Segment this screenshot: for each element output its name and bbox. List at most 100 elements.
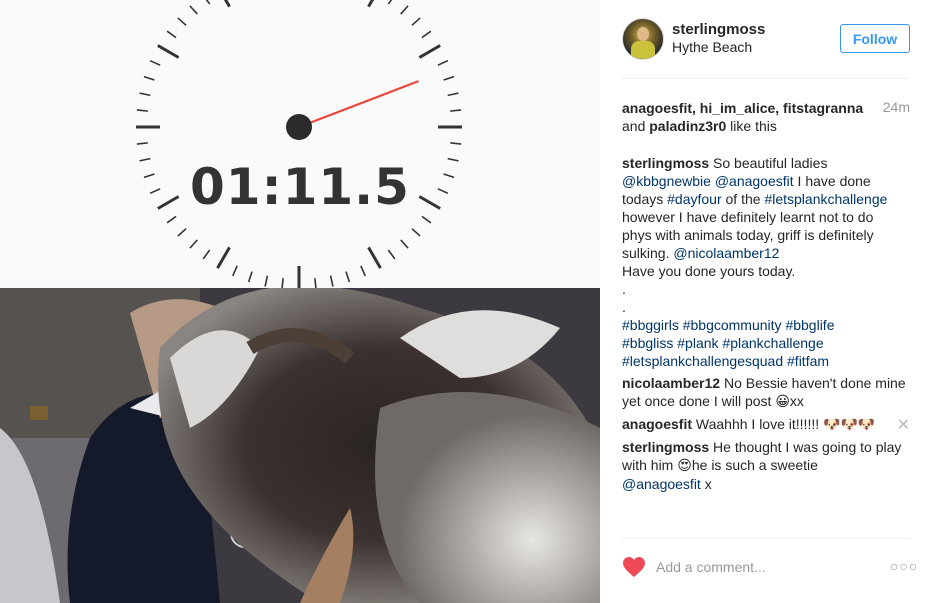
dial-minor-tick	[149, 59, 161, 66]
dial-minor-tick	[400, 239, 409, 249]
dial-minor-tick	[387, 249, 396, 260]
dial-minor-tick	[247, 271, 253, 283]
caption-text-fragment: of the	[721, 191, 765, 207]
comment-text: Waahhh I love it!!!!!!	[695, 416, 820, 432]
hashtag-link[interactable]: #bbgliss	[622, 335, 673, 351]
dial-minor-tick	[231, 265, 238, 277]
comment-username[interactable]: sterlingmoss	[622, 439, 709, 455]
dog-face-emoji-icon: 🐶🐶🐶	[823, 417, 876, 433]
dial-minor-tick	[360, 265, 367, 277]
caption-line: #letsplankchallengesquad #fitfam	[622, 352, 918, 370]
caption-text: sterlingmoss So beautiful ladies @kbbgnew…	[622, 154, 918, 370]
second-hand	[298, 80, 419, 129]
post-location[interactable]: Hythe Beach	[672, 39, 752, 55]
mention-link[interactable]: @kbbgnewbie	[622, 173, 711, 189]
dial-major-tick	[367, 246, 382, 269]
post-author-username[interactable]: sterlingmoss	[672, 21, 765, 38]
add-comment-input[interactable]	[656, 556, 866, 578]
dial-minor-tick	[281, 278, 284, 288]
dial-minor-tick	[443, 75, 455, 81]
heart-icon[interactable]	[622, 556, 646, 578]
caption-line: todays #dayfour of the #letsplankchallen…	[622, 190, 918, 208]
caption-line: @kbbgnewbie @anagoesfit I have done	[622, 172, 918, 190]
dial-minor-tick	[139, 92, 151, 97]
dial-major-tick	[157, 44, 180, 59]
hashtag-link[interactable]: #letsplankchallenge	[764, 191, 887, 207]
dial-minor-tick	[329, 275, 334, 287]
dial-minor-tick	[345, 271, 351, 283]
dial-major-tick	[216, 246, 231, 269]
header-divider	[622, 78, 910, 79]
hashtag-link[interactable]: #letsplankchallengesquad	[622, 353, 783, 369]
comment-text-after: he is such a sweetie	[691, 457, 818, 473]
hashtag-link[interactable]: #plank	[677, 335, 718, 351]
stopwatch-dial	[136, 0, 462, 288]
mention-link[interactable]: @nicolaamber12	[673, 245, 779, 261]
caption-text-fragment: phys with animals today, griff is defini…	[622, 227, 874, 243]
dial-minor-tick	[387, 0, 393, 5]
caption-text-fragment: I have done	[793, 173, 871, 189]
dial-minor-tick	[437, 59, 449, 66]
photo-illustration	[0, 288, 600, 603]
hashtag-link[interactable]: #dayfour	[667, 191, 721, 207]
post-side-panel: sterlingmoss Hythe Beach Follow anagoesf…	[600, 0, 934, 603]
stopwatch-image: 01:11.5	[0, 0, 600, 288]
post-header: sterlingmoss Hythe Beach Follow	[622, 18, 910, 64]
avatar[interactable]	[622, 18, 664, 60]
caption-text-fragment: however I have definitely learnt not to …	[622, 209, 874, 225]
likes-last-user[interactable]: paladinz3r0	[649, 118, 726, 134]
dial-minor-tick	[166, 30, 177, 39]
caption-text-fragment: sulking.	[622, 245, 674, 261]
hashtag-link[interactable]: #fitfam	[787, 353, 829, 369]
caption-text-fragment: .	[622, 299, 626, 315]
close-icon[interactable]: ✕	[897, 417, 910, 435]
caption-line: .	[622, 298, 918, 316]
dial-hub	[286, 114, 312, 140]
likes-suffix: like this	[730, 118, 777, 134]
dial-minor-tick	[264, 275, 269, 287]
comment-text-after: xx	[789, 393, 804, 409]
grinning-face-emoji-icon: 😀	[775, 394, 790, 410]
caption-text-fragment: .	[622, 281, 626, 297]
mention-link[interactable]: @anagoesfit	[715, 173, 794, 189]
dial-minor-tick	[450, 109, 462, 112]
comments-list: sterlingmoss So beautiful ladies @kbbgnew…	[622, 154, 918, 497]
post-timestamp[interactable]: 24m	[883, 99, 910, 115]
hashtag-link[interactable]: #plankchallenge	[722, 335, 823, 351]
caption-line: however I have definitely learnt not to …	[622, 208, 918, 226]
comment-item: sterlingmoss He thought I was going to p…	[622, 438, 918, 493]
hashtag-link[interactable]: #bbggirls	[622, 317, 679, 333]
dial-major-tick	[418, 44, 441, 59]
comment-tail: x	[700, 476, 712, 492]
dial-major-tick	[223, 0, 231, 8]
caption-line: sulking. @nicolaamber12	[622, 244, 918, 262]
hashtag-link[interactable]: #bbglife	[785, 317, 834, 333]
dial-minor-tick	[400, 5, 409, 15]
dial-minor-tick	[136, 109, 148, 112]
comment-username[interactable]: nicolaamber12	[622, 375, 720, 391]
dial-minor-tick	[177, 228, 187, 237]
caption-line: .	[622, 280, 918, 298]
dial-minor-tick	[189, 239, 198, 249]
likes-and: and	[622, 118, 646, 134]
comment-username[interactable]: anagoesfit	[622, 416, 692, 432]
caption-text-fragment: So beautiful ladies	[713, 155, 828, 171]
caption-text-fragment: Have you done yours today.	[622, 263, 796, 279]
caption-line: phys with animals today, griff is defini…	[622, 226, 918, 244]
dial-major-tick	[367, 0, 375, 8]
footer-divider	[622, 538, 910, 539]
dial-minor-tick	[314, 278, 317, 288]
dial-minor-tick	[205, 0, 211, 5]
dial-minor-tick	[421, 30, 432, 39]
more-options-icon[interactable]: ○○○	[890, 558, 917, 576]
dial-minor-tick	[450, 142, 462, 145]
mention-link[interactable]: @anagoesfit	[622, 476, 701, 492]
caption-username[interactable]: sterlingmoss	[622, 155, 713, 171]
dial-minor-tick	[447, 92, 459, 97]
likes-users[interactable]: anagoesfit, hi_im_alice, fitstagranna	[622, 100, 863, 116]
follow-button[interactable]: Follow	[840, 24, 910, 53]
post-media: 01:11.5	[0, 0, 600, 603]
dial-minor-tick	[136, 142, 148, 145]
comment-item: nicolaamber12 No Bessie haven't done min…	[622, 374, 918, 411]
hashtag-link[interactable]: #bbgcommunity	[683, 317, 782, 333]
